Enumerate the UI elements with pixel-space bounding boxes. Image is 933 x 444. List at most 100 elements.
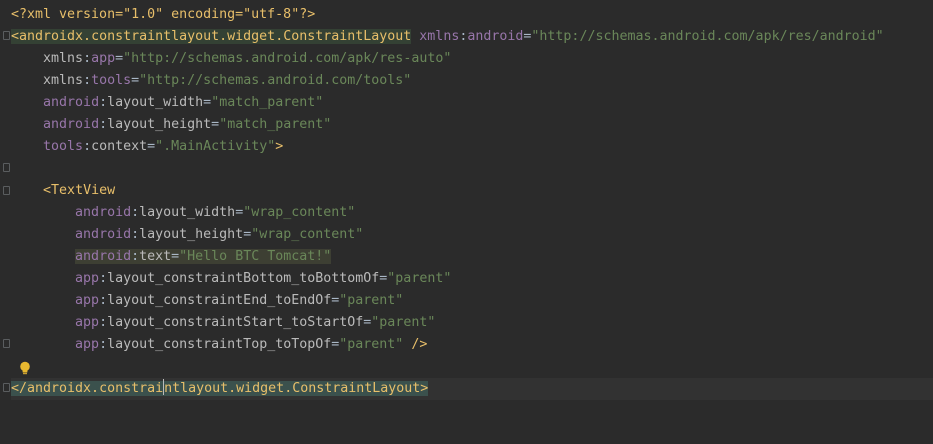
attr-namespace: android: [75, 205, 132, 220]
attr-value: "parent": [387, 271, 452, 286]
attribute[interactable]: android:layout_width="match_parent": [43, 95, 323, 110]
colon: :: [83, 51, 92, 66]
attribute[interactable]: app:layout_constraintEnd_toEndOf="parent…: [75, 293, 403, 308]
attr-name: app: [91, 51, 116, 66]
code-line[interactable]: android:layout_width="wrap_content": [11, 202, 933, 224]
attribute[interactable]: xmlns:app="http://schemas.android.com/ap…: [43, 51, 451, 66]
attr-value: "match_parent": [211, 95, 324, 110]
code-line[interactable]: android:layout_height="wrap_content": [11, 224, 933, 246]
attr-value: "http://schemas.android.com/apk/res-auto…: [123, 51, 452, 66]
equals: =: [211, 117, 220, 132]
attr-name: layout_width: [107, 95, 204, 110]
code-line[interactable]: <TextView: [11, 180, 933, 202]
attr-name: layout_height: [107, 117, 212, 132]
attr-namespace: android: [75, 227, 132, 242]
attr-name: tools: [91, 73, 132, 88]
editor-gutter: [0, 0, 10, 444]
attribute[interactable]: tools:context=".MainActivity": [43, 139, 275, 154]
root-close-tag[interactable]: </androidx.constraintlayout.widget.Const…: [11, 379, 429, 396]
code-line[interactable]: <?xml version="1.0" encoding="utf-8"?>: [11, 4, 933, 26]
code-line[interactable]: android:text="Hello BTC Tomcat!": [11, 246, 933, 268]
attr-name: context: [91, 139, 148, 154]
attribute[interactable]: android:layout_height="wrap_content": [75, 227, 363, 242]
attr-name: layout_height: [139, 227, 244, 242]
equals: =: [203, 95, 212, 110]
attribute[interactable]: xmlns:tools="http://schemas.android.com/…: [43, 73, 411, 88]
xml-declaration: <?xml version="1.0" encoding="utf-8"?>: [11, 7, 316, 22]
attr-value: "wrap_content": [243, 205, 356, 220]
code-line[interactable]: app:layout_constraintTop_toTopOf="parent…: [11, 334, 933, 356]
lightbulb-icon[interactable]: [19, 361, 31, 375]
attr-namespace: app: [75, 271, 100, 286]
code-line[interactable]: [11, 356, 933, 378]
fold-marker-icon[interactable]: [3, 163, 10, 172]
attr-namespace: app: [75, 293, 100, 308]
tag-name: androidx.constraintlayout.widget.Constra…: [19, 29, 412, 44]
attr-value: "parent": [339, 337, 404, 352]
attr-value: "parent": [339, 293, 404, 308]
attr-name: android: [467, 29, 524, 44]
attr-namespace: app: [75, 315, 100, 330]
attr-namespace: android: [43, 95, 100, 110]
attribute[interactable]: android:text="Hello BTC Tomcat!": [75, 249, 332, 264]
code-line[interactable]: xmlns:app="http://schemas.android.com/ap…: [11, 48, 933, 70]
code-line[interactable]: android:layout_height="match_parent": [11, 114, 933, 136]
tag-name: androidx.constrai: [27, 381, 164, 396]
code-line[interactable]: app:layout_constraintStart_toStartOf="pa…: [11, 312, 933, 334]
attr-namespace: xmlns: [43, 51, 84, 66]
colon: :: [99, 293, 108, 308]
equals: =: [115, 51, 124, 66]
fold-marker-icon[interactable]: [3, 383, 10, 392]
code-line[interactable]: app:layout_constraintEnd_toEndOf="parent…: [11, 290, 933, 312]
attribute[interactable]: app:layout_constraintStart_toStartOf="pa…: [75, 315, 435, 330]
attribute[interactable]: app:layout_constraintTop_toTopOf="parent…: [75, 337, 403, 352]
attr-name: layout_constraintBottom_toBottomOf: [107, 271, 380, 286]
code-line[interactable]: app:layout_constraintBottom_toBottomOf="…: [11, 268, 933, 290]
code-line[interactable]: [11, 158, 933, 180]
tag-bracket: >: [420, 381, 429, 396]
code-line[interactable]: tools:context=".MainActivity">: [11, 136, 933, 158]
code-line[interactable]: xmlns:tools="http://schemas.android.com/…: [11, 70, 933, 92]
colon: :: [83, 73, 92, 88]
attr-name: layout_width: [139, 205, 236, 220]
code-lines[interactable]: <?xml version="1.0" encoding="utf-8"?> <a…: [11, 4, 933, 400]
code-line[interactable]: </androidx.constraintlayout.widget.Const…: [11, 378, 933, 400]
attr-value: ".MainActivity": [155, 139, 276, 154]
colon: :: [99, 95, 108, 110]
equals: =: [147, 139, 156, 154]
blank: [11, 359, 19, 374]
fold-marker-icon[interactable]: [3, 186, 10, 195]
attribute[interactable]: android:layout_width="wrap_content": [75, 205, 355, 220]
fold-marker-icon[interactable]: [3, 31, 10, 40]
equals: =: [235, 205, 244, 220]
colon: :: [99, 271, 108, 286]
attribute[interactable]: app:layout_constraintBottom_toBottomOf="…: [75, 271, 451, 286]
code-editor[interactable]: <?xml version="1.0" encoding="utf-8"?> <a…: [0, 0, 933, 444]
colon: :: [99, 117, 108, 132]
attribute[interactable]: android:layout_height="match_parent": [43, 117, 331, 132]
root-open-tag[interactable]: <androidx.constraintlayout.widget.Constr…: [11, 29, 412, 44]
equals: =: [131, 73, 140, 88]
fold-marker-icon[interactable]: [3, 339, 10, 348]
colon: :: [99, 315, 108, 330]
attr-namespace: tools: [43, 139, 84, 154]
code-line[interactable]: android:layout_width="match_parent": [11, 92, 933, 114]
attr-value: "wrap_content": [251, 227, 364, 242]
tag-bracket: </: [11, 381, 28, 396]
colon: :: [131, 249, 140, 264]
equals: =: [171, 249, 180, 264]
attr-name: text: [139, 249, 172, 264]
code-line[interactable]: <androidx.constraintlayout.widget.Constr…: [11, 26, 933, 48]
attr-name: layout_constraintTop_toTopOf: [107, 337, 332, 352]
